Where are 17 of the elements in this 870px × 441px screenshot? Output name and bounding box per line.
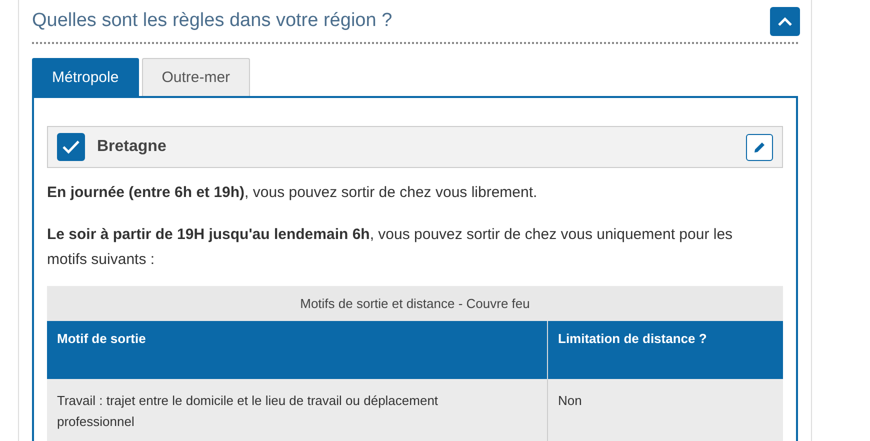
collapse-button[interactable]: [770, 6, 800, 36]
rule-paragraph: Le soir à partir de 19H jusqu'au lendemain 6h, vous pouvez sortir de chez vous uniquement pour les motifs suivants :: [47, 225, 734, 270]
region-tab[interactable]: Outre-mer: [142, 58, 250, 96]
section-title: Quelles sont les règles dans votre région ?: [32, 10, 392, 32]
chevron-up-icon: [778, 16, 792, 26]
rule-paragraph: En journée (entre 6h et 19h), vous pouvez sortir de chez vous librement.: [47, 183, 538, 203]
region-tab[interactable]: Métropole: [32, 58, 139, 96]
pencil-icon: [753, 140, 766, 154]
check-icon: [62, 140, 80, 154]
table-cell: Travail : trajet entre le domicile et le lieu de travail ou déplacement professionnel: [47, 379, 548, 441]
region-checkbox[interactable]: [57, 133, 85, 161]
column-header: Limitation de distance ?: [548, 321, 783, 379]
table-cell: Non: [548, 379, 783, 441]
table-caption: Motifs de sortie et distance - Couvre feu: [47, 286, 783, 321]
edit-button[interactable]: [746, 134, 773, 160]
region-name: Bretagne: [97, 138, 168, 156]
column-header: Motif de sortie: [47, 321, 548, 379]
